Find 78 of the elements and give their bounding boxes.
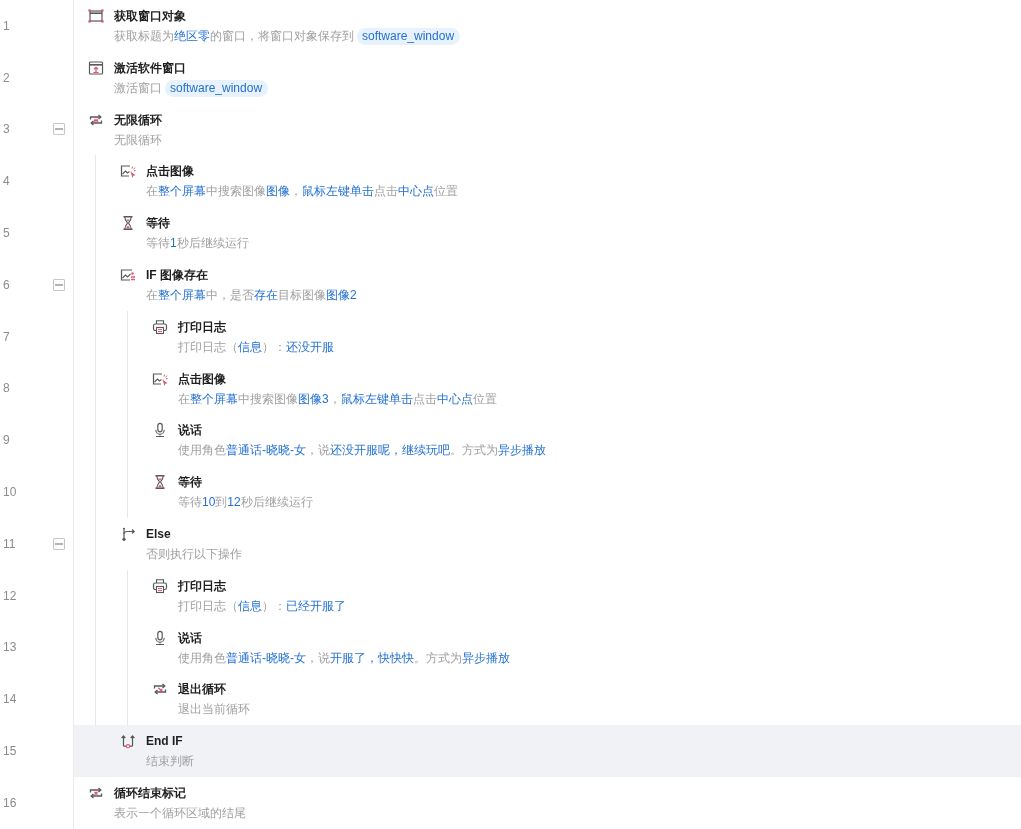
step-description: 等待10到12秒后继续运行: [178, 495, 313, 510]
step-row[interactable]: 等待 等待10到12秒后继续运行: [74, 466, 1021, 518]
image-cursor-icon: [120, 163, 136, 180]
step-description: 打印日志（信息）：还没开服: [178, 339, 334, 354]
step-description: 在整个屏幕中搜索图像图像3，鼠标左键单击点击中心点位置: [178, 391, 497, 406]
step-description: 在整个屏幕中搜索图像图像，鼠标左键单击点击中心点位置: [146, 184, 458, 199]
step-description: 使用角色普通话-晓晓-女，说还没开服呢，继续玩吧。方式为异步播放: [178, 443, 546, 458]
step-title: 打印日志: [178, 318, 226, 336]
step-row[interactable]: Else 否则执行以下操作: [74, 517, 1021, 570]
step-title: 等待: [178, 474, 202, 492]
step-title: 循环结束标记: [114, 784, 186, 802]
step-title: 说话: [178, 629, 202, 647]
step-row[interactable]: 说话 使用角色普通话-晓晓-女，说开服了，快快快。方式为异步播放: [74, 621, 1021, 674]
step-description: 否则执行以下操作: [146, 546, 242, 561]
step-title: 点击图像: [146, 163, 194, 181]
microphone-icon: [152, 422, 168, 439]
step-row[interactable]: 打印日志 打印日志（信息）：已经开服了: [74, 569, 1021, 622]
line-number: 15: [3, 744, 17, 759]
step-description: 结束判断: [146, 754, 194, 769]
step-description: 无限循环: [114, 132, 162, 147]
collapse-button[interactable]: [53, 123, 65, 136]
step-row[interactable]: 点击图像 在整个屏幕中搜索图像图像，鼠标左键单击点击中心点位置: [74, 155, 1021, 208]
step-description: 表示一个循环区域的结尾: [114, 805, 246, 820]
step-title: 无限循环: [114, 111, 162, 129]
line-number: 11: [3, 536, 16, 551]
step-title: 说话: [178, 422, 202, 440]
line-number: 10: [3, 485, 17, 500]
microphone-icon: [152, 629, 168, 646]
step-row[interactable]: 获取窗口对象 获取标题为绝区零的窗口，将窗口对象保存到 software_window: [74, 0, 1021, 52]
image-icon: [120, 267, 136, 283]
step-title: End IF: [146, 733, 183, 751]
line-number: 2: [3, 70, 10, 85]
step-description: 激活窗口: [114, 80, 162, 95]
step-row[interactable]: IF 图像存在 在整个屏幕中，是否存在目标图像图像2: [74, 259, 1021, 311]
line-number: 4: [3, 174, 10, 189]
step-row[interactable]: 点击图像 在整个屏幕中搜索图像图像3，鼠标左键单击点击中心点位置: [74, 362, 1021, 415]
step-description: 等待1秒后继续运行: [146, 236, 249, 251]
step-row[interactable]: 说话 使用角色普通话-晓晓-女，说还没开服呢，继续玩吧。方式为异步播放: [74, 414, 1021, 467]
step-title: 等待: [146, 215, 170, 233]
step-title: 点击图像: [178, 370, 226, 388]
step-description: 打印日志（信息）：已经开服了: [178, 598, 346, 613]
step-title: 退出循环: [178, 681, 226, 699]
variable-tag: software_window: [165, 79, 269, 97]
variable-tag: software_window: [357, 28, 461, 45]
line-number: 8: [3, 381, 10, 396]
step-row[interactable]: 循环结束标记 表示一个循环区域的结尾: [74, 776, 1021, 829]
step-row[interactable]: End IF 结束判断: [74, 725, 1021, 777]
step-title: 激活软件窗口: [114, 59, 186, 77]
line-number: 6: [3, 277, 10, 292]
step-title: Else: [146, 525, 171, 543]
step-title: 获取窗口对象: [114, 8, 186, 25]
collapse-button[interactable]: [53, 537, 65, 550]
line-number: 7: [3, 329, 10, 344]
image-cursor-icon: [152, 370, 168, 387]
collapse-button[interactable]: [53, 278, 65, 291]
line-number: 12: [3, 588, 17, 603]
printer-icon: [152, 577, 168, 594]
line-number: 16: [3, 795, 17, 810]
step-description: 获取标题为绝区零的窗口，将窗口对象保存到: [114, 29, 354, 43]
up-arrows-icon: [120, 733, 136, 750]
line-number: 1: [3, 18, 10, 33]
step-row[interactable]: 等待 等待1秒后继续运行: [74, 207, 1021, 259]
line-number: 13: [3, 640, 17, 655]
line-number: 5: [3, 226, 10, 241]
step-row[interactable]: 打印日志 打印日志（信息）：还没开服: [74, 310, 1021, 363]
printer-icon: [152, 318, 168, 335]
step-row[interactable]: 激活软件窗口 激活窗口 software_window: [74, 51, 1021, 104]
step-title: IF 图像存在: [146, 267, 208, 284]
line-number: 3: [3, 122, 10, 137]
step-title: 打印日志: [178, 577, 226, 595]
line-number: 9: [3, 433, 10, 448]
window-icon: [88, 8, 104, 24]
step-row[interactable]: 无限循环 无限循环: [74, 103, 1021, 156]
step-description: 在整个屏幕中，是否存在目标图像图像2: [146, 288, 357, 302]
line-number: 14: [3, 692, 17, 707]
step-description: 退出当前循环: [178, 702, 250, 717]
branch-arrow-icon: [120, 525, 136, 542]
step-description: 使用角色普通话-晓晓-女，说开服了，快快快。方式为异步播放: [178, 650, 510, 665]
